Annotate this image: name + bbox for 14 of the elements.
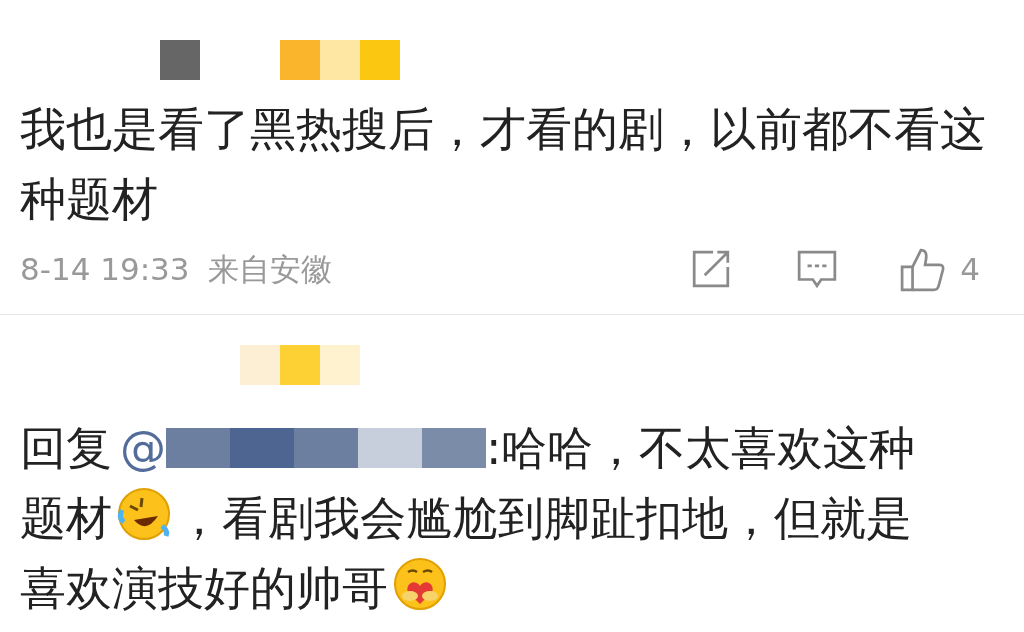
reply-text: 喜欢演技好的帅哥 [20, 561, 388, 615]
thumbs-up-icon [900, 246, 947, 292]
hugging-heart-face-icon [392, 556, 448, 612]
reply-label: 回复 [20, 421, 112, 475]
like-button[interactable]: 4 [900, 245, 980, 293]
reply-text: :哈哈，不太喜欢这种 [486, 421, 916, 475]
laughing-face-icon [116, 486, 172, 542]
comment-icon[interactable] [796, 248, 839, 290]
reply-text: ，看剧我会尴尬到脚趾扣地，但就是 [176, 491, 912, 545]
reply-text: 题材 [20, 491, 112, 545]
comment-time: 8-14 19:33 [20, 249, 190, 289]
mention-at[interactable]: @ [120, 421, 166, 475]
comment-location: 来自安徽 [207, 249, 332, 289]
comment-text: 我也是看了黑热搜后，才看的剧，以前都不看这种题材 [20, 101, 987, 228]
